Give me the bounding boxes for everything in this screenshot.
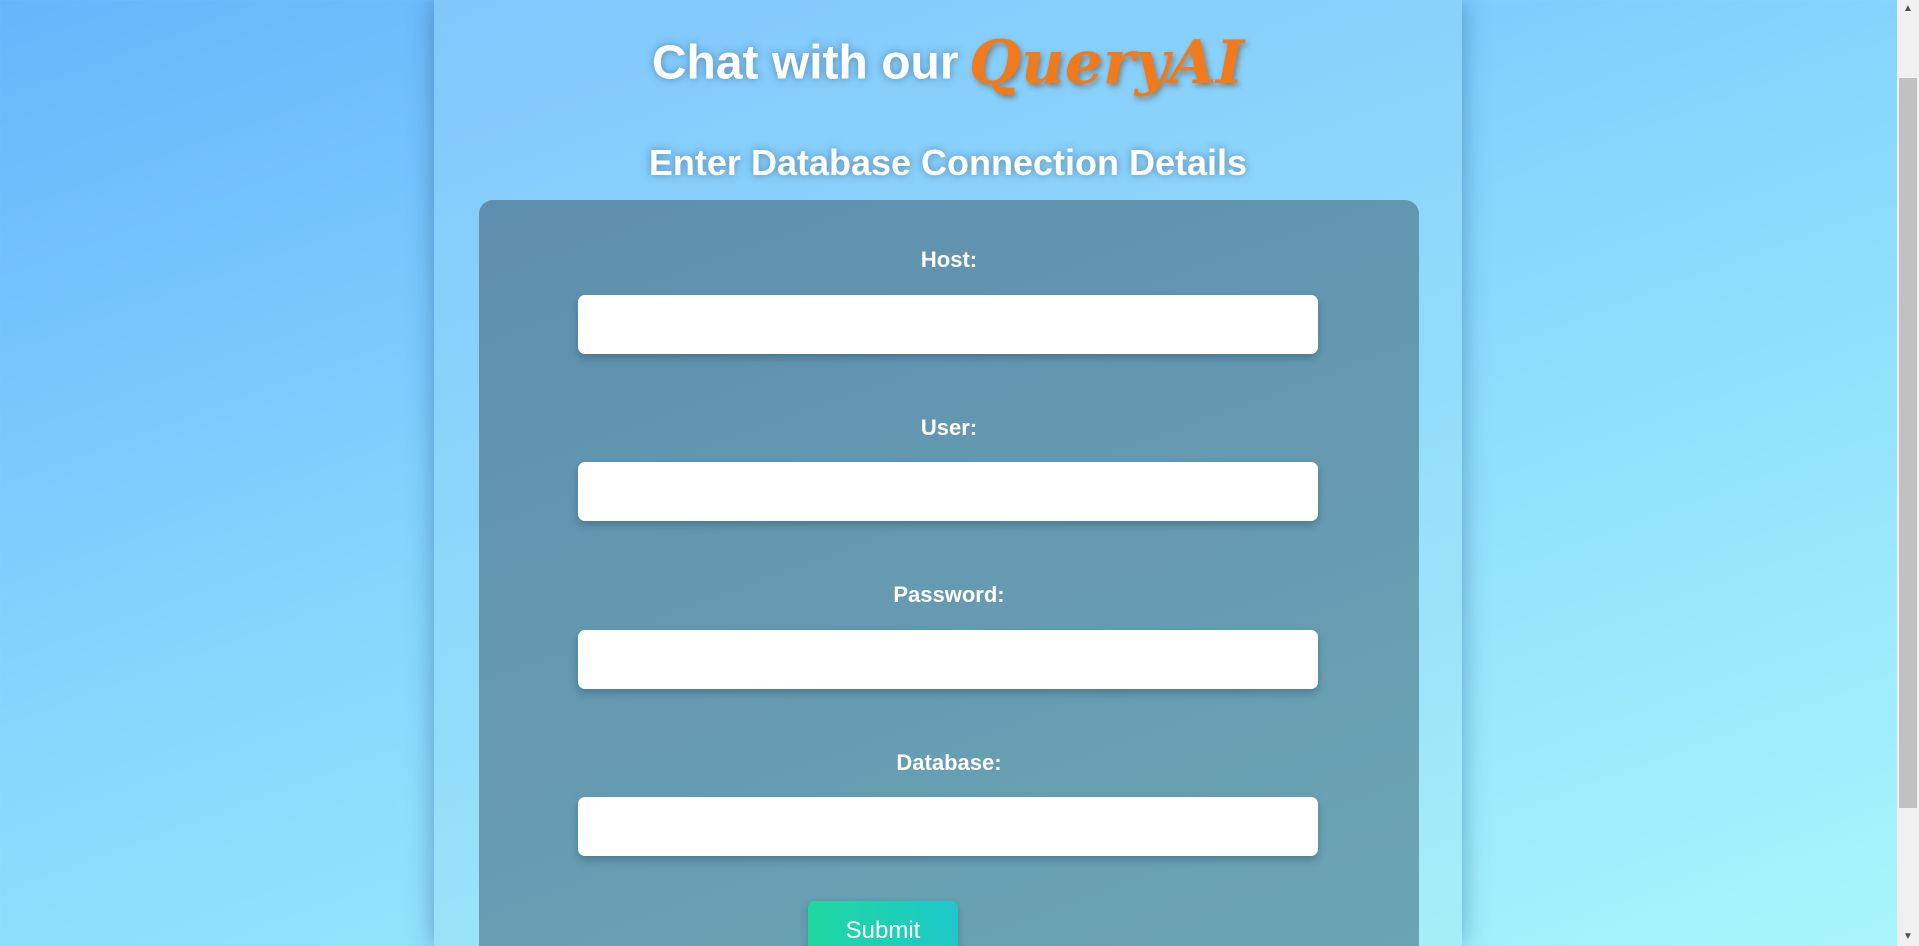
- database-input[interactable]: [578, 797, 1318, 856]
- scrollbar-thumb[interactable]: [1899, 78, 1917, 808]
- database-label: Database:: [896, 750, 1002, 775]
- host-label: Host:: [920, 247, 978, 272]
- password-input[interactable]: [578, 630, 1318, 689]
- down-arrow-icon[interactable]: ▼: [1897, 928, 1919, 946]
- password-label: Password:: [893, 582, 1005, 607]
- user-input[interactable]: [578, 462, 1318, 521]
- connection-form: Host: User: Password: Database: Submit: [479, 200, 1419, 946]
- submit-button[interactable]: Submit: [808, 901, 958, 946]
- page-title: Chat with our QueryAI: [434, 28, 1462, 98]
- vertical-scrollbar[interactable]: ▲ ▼: [1897, 0, 1919, 946]
- form-heading: Enter Database Connection Details: [648, 142, 1248, 183]
- user-label: User:: [920, 415, 978, 440]
- brand-name: QueryAI: [968, 28, 1245, 98]
- title-prefix: Chat with our: [651, 36, 959, 90]
- main-panel: Chat with our QueryAI Enter Database Con…: [434, 0, 1462, 946]
- up-arrow-icon[interactable]: ▲: [1897, 0, 1919, 18]
- host-input[interactable]: [578, 295, 1318, 354]
